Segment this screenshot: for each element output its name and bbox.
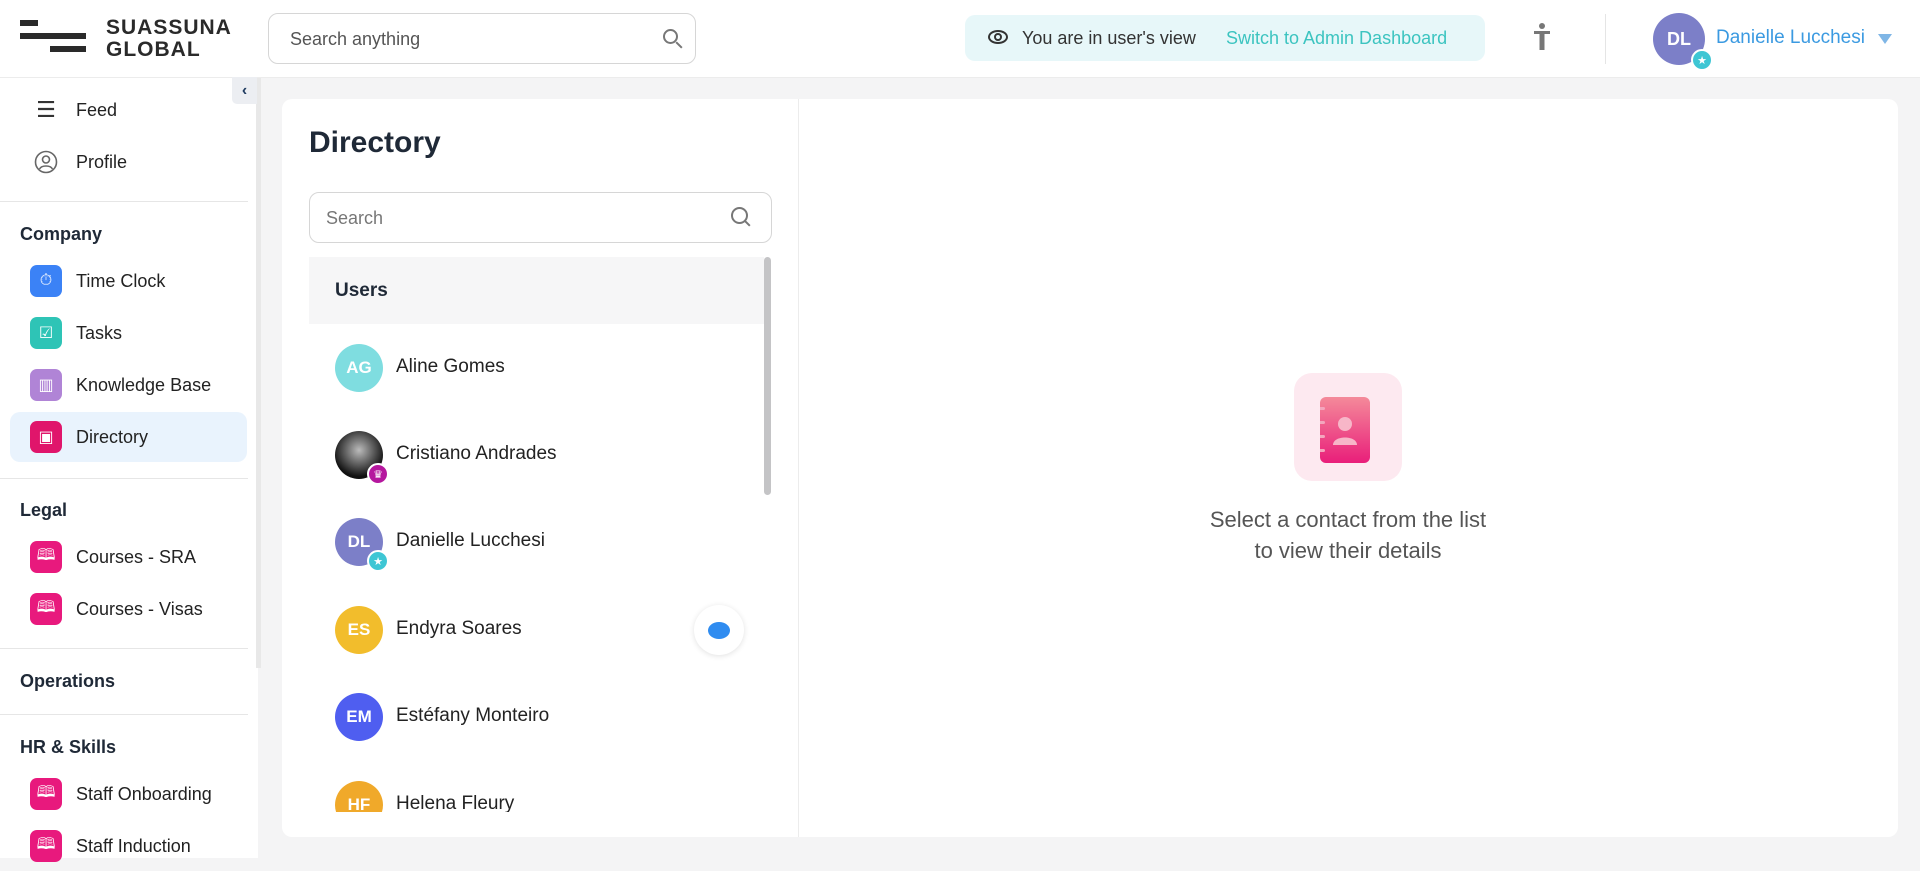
sidebar-item-knowledge-base[interactable]: ▥ Knowledge Base xyxy=(10,360,247,410)
brand-name: SUASSUNA GLOBAL xyxy=(106,16,232,61)
search-placeholder: Search xyxy=(326,208,384,228)
brand-logo-icon xyxy=(20,20,86,56)
chevron-left-icon: ‹ xyxy=(241,81,248,99)
tasks-icon: ☑ xyxy=(30,317,62,349)
sidebar: ☰ Feed Profile Company ⏱ Time Clock ☑ Tasks… xyxy=(0,78,258,862)
avatar: AG xyxy=(335,344,383,392)
sidebar-item-label: Staff Induction xyxy=(76,835,191,856)
user-name: Aline Gomes xyxy=(396,356,505,377)
users-group-header: Users xyxy=(309,257,764,324)
list-item[interactable]: DL ★ Danielle Lucchesi xyxy=(309,498,764,585)
menu-icon: ☰ xyxy=(36,97,56,122)
sidebar-item-directory[interactable]: ▣ Directory xyxy=(10,412,247,462)
sidebar-item-label: Profile xyxy=(76,151,128,172)
user-menu-name[interactable]: Danielle Lucchesi xyxy=(1716,27,1865,49)
switch-admin-link[interactable]: Switch to Admin Dashboard xyxy=(1226,28,1447,49)
avatar: DL ★ xyxy=(335,518,389,572)
empty-state-message: Select a contact from the list to view th… xyxy=(1209,507,1487,563)
star-badge-icon: ★ xyxy=(1691,49,1713,71)
avatar: EM xyxy=(335,693,383,741)
sidebar-item-label: Time Clock xyxy=(76,270,166,291)
directory-icon: ▣ xyxy=(30,421,62,453)
chevron-down-icon[interactable] xyxy=(1878,34,1892,44)
page-title: Directory xyxy=(309,126,441,159)
section-operations[interactable]: Operations xyxy=(20,671,115,692)
accessibility-icon[interactable] xyxy=(1532,22,1552,52)
contact-book-icon xyxy=(1294,373,1402,481)
sidebar-item-label: Staff Onboarding xyxy=(76,783,212,804)
top-header: SUASSUNA GLOBAL Search anything You are i… xyxy=(0,0,1920,78)
avatar-photo: ♛ xyxy=(335,431,389,485)
book-icon: 🕮 xyxy=(30,778,62,810)
list-item[interactable]: ♛ Cristiano Andrades xyxy=(309,411,764,498)
sidebar-item-staff-onboarding[interactable]: 🕮 Staff Onboarding xyxy=(10,769,247,819)
sidebar-item-time-clock[interactable]: ⏱ Time Clock xyxy=(10,256,247,306)
sidebar-item-label: Directory xyxy=(76,426,149,447)
user-view-banner: You are in user's view Switch to Admin D… xyxy=(965,15,1485,61)
book-icon: 🕮 xyxy=(30,830,62,862)
avatar: HF xyxy=(335,781,383,812)
list-scrollbar[interactable] xyxy=(764,257,771,495)
sidebar-scrollbar[interactable] xyxy=(256,78,261,668)
global-search-input[interactable]: Search anything xyxy=(268,13,696,64)
sidebar-item-feed[interactable]: ☰ Feed xyxy=(10,85,247,135)
list-item[interactable]: HF Helena Fleury xyxy=(309,761,764,812)
user-name: Helena Fleury xyxy=(396,793,515,812)
book-icon: 🕮 xyxy=(30,541,62,573)
user-name: Danielle Lucchesi xyxy=(396,530,545,551)
user-name: Estéfany Monteiro xyxy=(396,705,550,726)
divider xyxy=(0,648,248,649)
user-list: AG Aline Gomes ♛ Cristiano Andrades DL ★… xyxy=(309,324,764,812)
knowledge-base-icon: ▥ xyxy=(30,369,62,401)
chat-bubble-icon xyxy=(708,621,730,639)
sidebar-item-courses-sra[interactable]: 🕮 Courses - SRA xyxy=(10,532,247,582)
message-button[interactable] xyxy=(694,605,744,655)
sidebar-item-tasks[interactable]: ☑ Tasks xyxy=(10,308,247,358)
star-badge-icon: ★ xyxy=(367,550,389,572)
eye-icon xyxy=(988,30,1008,44)
user-circle-icon xyxy=(30,146,62,178)
divider xyxy=(0,478,248,479)
sidebar-item-courses-visas[interactable]: 🕮 Courses - Visas xyxy=(10,584,247,634)
section-hr-skills: HR & Skills xyxy=(20,737,117,757)
sidebar-item-label: Tasks xyxy=(76,322,123,343)
crown-badge-icon: ♛ xyxy=(367,463,389,485)
sidebar-item-label: Feed xyxy=(76,99,118,120)
sidebar-item-profile[interactable]: Profile xyxy=(10,137,247,187)
search-icon xyxy=(663,29,678,44)
book-icon: 🕮 xyxy=(30,593,62,625)
section-company: Company xyxy=(20,224,103,244)
sidebar-item-label: Courses - Visas xyxy=(76,598,203,619)
list-item[interactable]: AG Aline Gomes xyxy=(309,324,764,411)
section-legal: Legal xyxy=(20,500,68,520)
list-item[interactable]: EM Estéfany Monteiro xyxy=(309,673,764,760)
view-notice: You are in user's view xyxy=(1022,28,1196,48)
sidebar-item-label: Knowledge Base xyxy=(76,374,212,395)
header-divider xyxy=(1605,14,1606,64)
sidebar-item-staff-induction[interactable]: 🕮 Staff Induction xyxy=(10,821,247,871)
stopwatch-icon: ⏱ xyxy=(30,265,62,297)
divider xyxy=(0,714,248,715)
directory-search-input[interactable]: Search xyxy=(309,192,772,243)
search-placeholder: Search anything xyxy=(290,29,421,49)
user-name: Cristiano Andrades xyxy=(396,443,557,464)
search-icon xyxy=(731,207,748,224)
collapse-sidebar-button[interactable]: ‹ xyxy=(232,77,257,104)
sidebar-item-label: Courses - SRA xyxy=(76,546,197,567)
avatar: ES xyxy=(335,606,383,654)
divider xyxy=(0,201,248,202)
user-avatar[interactable]: DL ★ xyxy=(1653,13,1713,71)
user-name: Endyra Soares xyxy=(396,618,522,639)
